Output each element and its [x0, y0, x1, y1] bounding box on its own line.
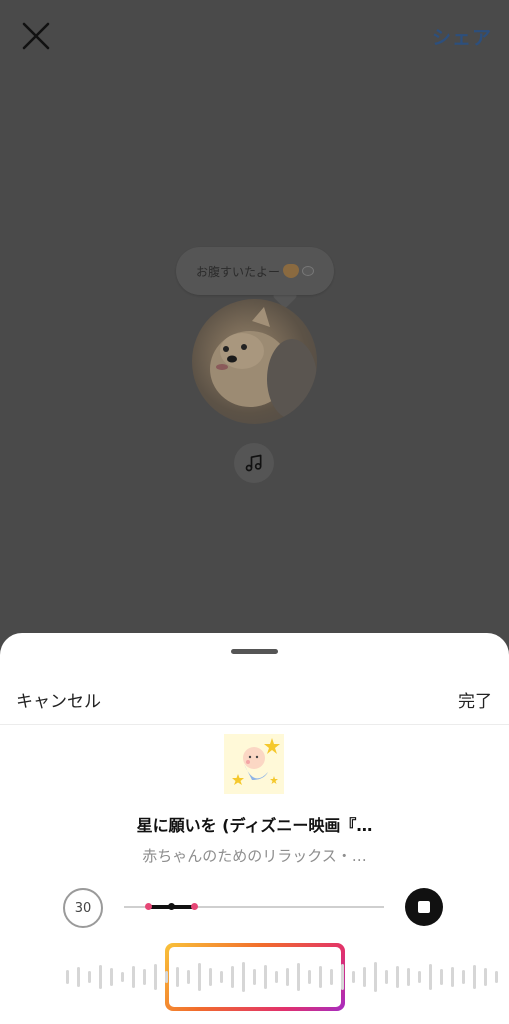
- waveform-bar: [484, 968, 487, 986]
- waveform-bar: [462, 970, 465, 984]
- album-art: [224, 734, 284, 794]
- waveform-bar: [187, 970, 190, 984]
- waveform-bar: [341, 964, 344, 990]
- waveform-bar: [121, 972, 124, 982]
- waveform-bar: [352, 971, 355, 983]
- waveform[interactable]: [0, 943, 509, 1011]
- avatar: [192, 299, 317, 424]
- song-artist: 赤ちゃんのためのリラックス・…: [142, 847, 367, 865]
- waveform-bar: [473, 965, 476, 989]
- duration-selector[interactable]: 30: [63, 888, 103, 928]
- waveform-bar: [253, 969, 256, 985]
- note-text: お腹すいたよー: [196, 264, 281, 279]
- waveform-bar: [385, 970, 388, 984]
- waveform-bar: [110, 968, 113, 986]
- music-note-icon[interactable]: [234, 443, 274, 483]
- waveform-bar: [374, 962, 377, 992]
- note-bubble: お腹すいたよー: [176, 247, 334, 295]
- waveform-bar: [143, 969, 146, 985]
- range-end-handle[interactable]: [191, 903, 198, 910]
- waveform-bar: [66, 970, 69, 984]
- waveform-bar: [407, 968, 410, 986]
- waveform-bar: [220, 971, 223, 983]
- waveform-bar: [176, 967, 179, 987]
- waveform-bar: [77, 967, 80, 987]
- waveform-bar: [418, 971, 421, 983]
- music-sheet: キャンセル 完了 星に願いを (ディズニー映画『… 赤ちゃんのためのリラックス・…: [0, 633, 509, 1024]
- dog-emoji-icon: [283, 264, 300, 278]
- close-icon[interactable]: [18, 18, 54, 54]
- sheet-handle[interactable]: [231, 649, 278, 654]
- waveform-bar: [165, 971, 168, 983]
- stop-button[interactable]: [405, 888, 443, 926]
- range-start-handle[interactable]: [145, 903, 152, 910]
- waveform-bar: [297, 963, 300, 991]
- waveform-bar: [264, 965, 267, 989]
- waveform-bar: [330, 969, 333, 985]
- waveform-bar: [451, 967, 454, 987]
- cancel-button[interactable]: キャンセル: [16, 687, 101, 712]
- thought-bubble-emoji-icon: [302, 266, 315, 276]
- waveform-bar: [242, 962, 245, 992]
- waveform-bar: [440, 969, 443, 985]
- waveform-bar: [308, 970, 311, 984]
- waveform-bar: [275, 971, 278, 983]
- waveform-bar: [286, 968, 289, 986]
- song-title: 星に願いを (ディズニー映画『…: [136, 816, 373, 835]
- waveform-bar: [209, 968, 212, 986]
- divider: [0, 724, 509, 725]
- waveform-bar: [154, 964, 157, 990]
- waveform-bar: [429, 964, 432, 990]
- done-button[interactable]: 完了: [458, 687, 492, 712]
- waveform-bar: [319, 966, 322, 988]
- stop-icon: [418, 901, 430, 913]
- top-bar: シェア: [0, 0, 509, 72]
- waveform-bar: [363, 967, 366, 987]
- share-button[interactable]: シェア: [432, 23, 492, 50]
- waveform-bar: [231, 966, 234, 988]
- waveform-bar: [495, 971, 498, 983]
- waveform-bar: [198, 963, 201, 991]
- waveform-bar: [132, 966, 135, 988]
- waveform-bar: [88, 971, 91, 983]
- waveform-bar: [396, 966, 399, 988]
- waveform-bar: [99, 965, 102, 989]
- range-mid-marker: [168, 903, 175, 910]
